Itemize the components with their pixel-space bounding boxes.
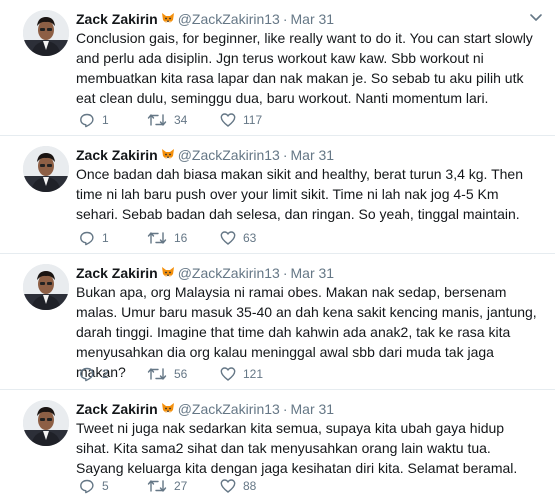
display-name[interactable]: Zack Zakirin: [76, 265, 158, 281]
retweet-count: 16: [174, 231, 188, 245]
tweet[interactable]: Zack Zakirin @ZackZakirin13 · Mar 31 Conclu…: [0, 0, 555, 136]
heart-icon: [220, 231, 236, 245]
reply-button[interactable]: 5: [79, 476, 109, 496]
retweet-icon: [147, 480, 167, 492]
retweet-count: 34: [174, 113, 188, 127]
tweet-text: Tweet ni juga nak sedarkan kita semua, s…: [76, 420, 518, 476]
tweet-text: Once badan dah biasa makan sikit and hea…: [76, 166, 523, 222]
retweet-button[interactable]: 16: [147, 228, 187, 248]
user-handle[interactable]: @ZackZakirin13: [178, 265, 280, 281]
heart-icon: [220, 113, 236, 127]
user-handle[interactable]: @ZackZakirin13: [178, 401, 280, 417]
heart-icon: [220, 367, 236, 381]
tweet-date[interactable]: Mar 31: [291, 147, 335, 163]
avatar[interactable]: [23, 10, 69, 56]
retweet-count: 56: [174, 367, 188, 381]
reply-count: 1: [102, 231, 109, 245]
display-name[interactable]: Zack Zakirin: [76, 11, 158, 27]
like-button[interactable]: 117: [220, 110, 262, 130]
reply-button[interactable]: 1: [79, 110, 109, 130]
retweet-icon: [147, 232, 167, 244]
user-handle[interactable]: @ZackZakirin13: [178, 11, 280, 27]
retweet-icon: [147, 114, 167, 126]
meta-separator: ·: [282, 265, 288, 281]
tweet-actions: 1 16 63: [76, 228, 376, 248]
reply-icon: [80, 367, 94, 382]
meta-separator: ·: [282, 401, 288, 417]
tweet-actions: 2 56 121: [76, 364, 376, 384]
reply-count: 1: [102, 113, 109, 127]
retweet-button[interactable]: 56: [147, 364, 187, 384]
tweet-date[interactable]: Mar 31: [291, 265, 335, 281]
like-count: 63: [243, 231, 257, 245]
reply-icon: [80, 231, 94, 246]
tweet-date[interactable]: Mar 31: [291, 11, 335, 27]
like-count: 88: [243, 479, 257, 493]
avatar[interactable]: [23, 146, 69, 192]
reply-count: 2: [102, 367, 109, 381]
meta-separator: ·: [282, 11, 288, 27]
tweet[interactable]: Zack Zakirin @ZackZakirin13 · Mar 31 Once b…: [0, 136, 555, 254]
retweet-count: 27: [174, 479, 188, 493]
retweet-button[interactable]: 34: [147, 110, 187, 130]
avatar[interactable]: [23, 400, 69, 446]
reply-button[interactable]: 1: [79, 228, 109, 248]
retweet-icon: [147, 368, 167, 380]
tweet-actions: 5 27 88: [76, 476, 376, 496]
user-handle[interactable]: @ZackZakirin13: [178, 147, 280, 163]
tweet-date[interactable]: Mar 31: [291, 401, 335, 417]
reply-count: 5: [102, 479, 109, 493]
reply-icon: [80, 113, 94, 128]
meta-separator: ·: [282, 147, 288, 163]
display-name[interactable]: Zack Zakirin: [76, 401, 158, 417]
heart-icon: [220, 479, 236, 493]
like-button[interactable]: 121: [220, 364, 263, 384]
like-count: 117: [243, 113, 263, 127]
display-name[interactable]: Zack Zakirin: [76, 147, 158, 163]
avatar[interactable]: [23, 264, 69, 310]
like-count: 121: [243, 367, 264, 381]
tweet-thread: Zack Zakirin @ZackZakirin13 · Mar 31 Conclu…: [0, 0, 555, 498]
retweet-button[interactable]: 27: [147, 476, 187, 496]
tweet-actions: 1 34 117: [76, 110, 376, 130]
reply-icon: [80, 479, 94, 494]
tweet[interactable]: Zack Zakirin @ZackZakirin13 · Mar 31 Bukan …: [0, 254, 555, 390]
tweet[interactable]: Zack Zakirin @ZackZakirin13 · Mar 31 Tweet …: [0, 390, 555, 498]
reply-button[interactable]: 2: [79, 364, 109, 384]
like-button[interactable]: 63: [220, 228, 256, 248]
chevron-down-icon[interactable]: [527, 8, 545, 26]
tweet-text: Conclusion gais, for beginner, like real…: [76, 30, 533, 106]
like-button[interactable]: 88: [220, 476, 256, 496]
